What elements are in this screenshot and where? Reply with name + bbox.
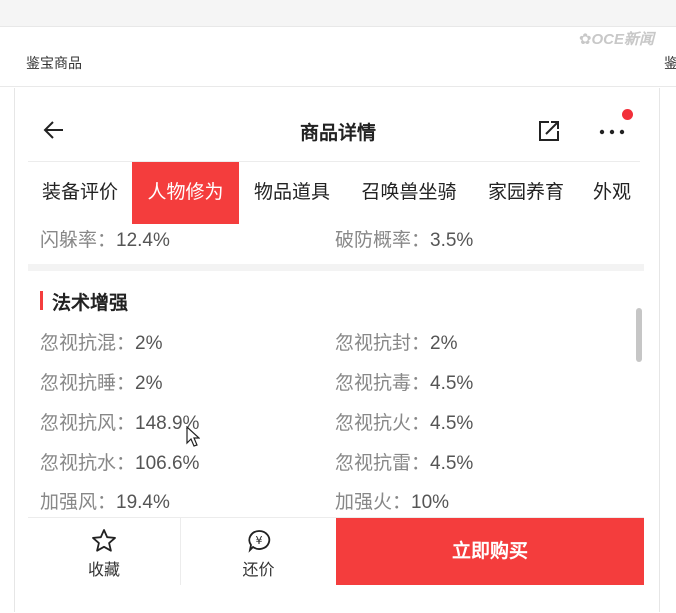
- stat-value: 4.5%: [430, 373, 474, 394]
- stat-row-left: 忽视抗混：2%: [40, 328, 162, 355]
- counter-offer-label: 还价: [242, 562, 275, 579]
- tab-character[interactable]: 人物修为: [132, 162, 239, 224]
- section-separator: [28, 264, 644, 271]
- stat-row-left: 忽视抗风：148.9%: [40, 408, 199, 435]
- star-icon: [92, 529, 116, 552]
- stat-label: 忽视抗水：: [40, 453, 136, 474]
- share-icon[interactable]: [536, 118, 562, 144]
- stat-label: 忽视抗睡：: [40, 373, 136, 394]
- buy-now-button[interactable]: 立即购买: [336, 518, 644, 585]
- section-marker: [40, 291, 43, 310]
- stat-value: 4.5%: [430, 453, 474, 474]
- stat-row-left: 忽视抗睡：2%: [40, 368, 162, 395]
- stat-value: 3.5%: [430, 230, 474, 251]
- stat-label: 忽视抗封：: [335, 333, 431, 354]
- mouse-cursor-icon: [186, 425, 201, 448]
- tab-items[interactable]: 物品道具: [239, 162, 345, 224]
- price-bubble-icon: ¥: [247, 530, 270, 553]
- stat-armor-break: 破防概率：3.5%: [335, 225, 473, 252]
- counter-offer-button[interactable]: ¥ 还价: [181, 518, 336, 585]
- stat-label: 加强火：: [335, 492, 412, 513]
- stat-row-right: 忽视抗雷：4.5%: [335, 448, 473, 475]
- stat-value: 106.6%: [135, 453, 200, 474]
- stat-row-right: 忽视抗火：4.5%: [335, 408, 473, 435]
- adjacent-breadcrumb: 鉴: [664, 55, 676, 71]
- stat-value: 4.5%: [430, 413, 474, 434]
- stat-row-left: 忽视抗水：106.6%: [40, 448, 199, 475]
- stat-value: 2%: [430, 333, 458, 354]
- scrollbar-thumb[interactable]: [636, 308, 642, 362]
- stat-label: 忽视抗毒：: [335, 373, 431, 394]
- favorite-button[interactable]: 收藏: [28, 518, 180, 585]
- notification-dot: [622, 109, 633, 120]
- stat-value: 12.4%: [116, 230, 170, 251]
- category-tabs: 装备评价 人物修为 物品道具 召唤兽坐骑 家园养育 外观: [28, 161, 640, 224]
- stat-value: 19.4%: [116, 492, 170, 513]
- stat-value: 10%: [411, 492, 450, 513]
- tab-equipment[interactable]: 装备评价: [28, 162, 132, 224]
- stat-label: 忽视抗风：: [40, 413, 136, 434]
- page-breadcrumb: 鉴宝商品: [26, 55, 82, 71]
- divider: [0, 86, 676, 87]
- stat-dodge: 闪躲率：12.4%: [40, 225, 170, 252]
- stat-row-right: 忽视抗封：2%: [335, 328, 457, 355]
- section-title: 法术增强: [52, 293, 129, 314]
- stat-label: 忽视抗混：: [40, 333, 136, 354]
- tab-summons[interactable]: 召唤兽坐骑: [345, 162, 473, 224]
- more-dots-icon[interactable]: [596, 118, 630, 144]
- stat-row-left: 加强风：19.4%: [40, 487, 170, 514]
- tab-appearance[interactable]: 外观: [579, 162, 645, 224]
- stat-label: 忽视抗雷：: [335, 453, 431, 474]
- currency-symbol: ¥: [255, 534, 262, 547]
- page-title: 商品详情: [299, 123, 376, 144]
- stat-value: 2%: [135, 333, 163, 354]
- window-top-bar: [0, 0, 676, 27]
- tab-home[interactable]: 家园养育: [473, 162, 579, 224]
- favorite-label: 收藏: [87, 562, 120, 579]
- stat-row-right: 加强火：10%: [335, 487, 449, 514]
- stat-label: 忽视抗火：: [335, 413, 431, 434]
- stat-label: 闪躲率：: [40, 230, 117, 251]
- stat-label: 加强风：: [40, 492, 117, 513]
- stat-value: 2%: [135, 373, 163, 394]
- bottom-action-bar: 收藏 ¥ 还价 立即购买: [28, 517, 644, 585]
- stat-row-right: 忽视抗毒：4.5%: [335, 368, 473, 395]
- stat-label: 破防概率：: [335, 230, 431, 251]
